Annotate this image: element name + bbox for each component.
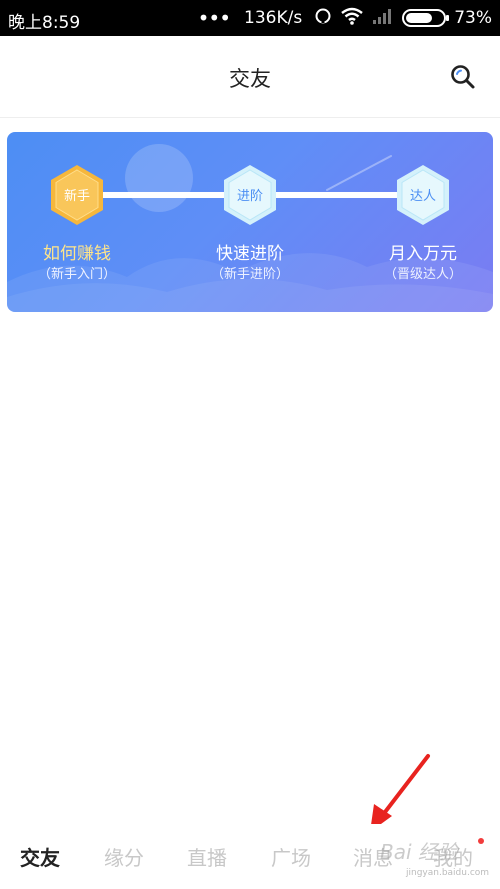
- nav-tab-fate[interactable]: 缘分: [104, 842, 144, 871]
- status-bar: 晚上8:59 ••• 136K/s 73%: [0, 0, 500, 36]
- notification-dots: •••: [197, 6, 231, 30]
- nav-tab-live[interactable]: 直播: [187, 842, 227, 871]
- watermark-logo: Bai 经验: [380, 840, 458, 864]
- page-title: 交友: [229, 67, 271, 91]
- step-title-level-up[interactable]: 快速进阶: [180, 239, 320, 264]
- battery-percent: 73%: [454, 8, 492, 28]
- step-title-high-income[interactable]: 月入万元: [353, 239, 493, 264]
- sync-icon: [314, 7, 332, 30]
- phone-screen: 晚上8:59 ••• 136K/s 73% 交友 新手 进阶 达人 如何赚钱 （…: [0, 0, 500, 889]
- signal-icon: [372, 7, 394, 30]
- step-badge-beginner[interactable]: 新手: [49, 164, 105, 226]
- network-speed: 136K/s: [244, 8, 303, 28]
- step-title-earn-money[interactable]: 如何赚钱: [7, 239, 147, 264]
- decor-circle: [125, 144, 193, 212]
- step-badge-label: 进阶: [236, 189, 263, 204]
- meteor-decoration: [326, 155, 392, 191]
- watermark-url: jingyan.baidu.com: [406, 868, 490, 878]
- progress-banner[interactable]: 新手 进阶 达人 如何赚钱 （新手入门） 快速进阶 （新手进阶） 月入万元 （晋…: [7, 132, 493, 312]
- wifi-icon: [340, 7, 364, 30]
- step-subtitle: （新手入门）: [37, 267, 116, 282]
- status-time: 晚上8:59: [8, 13, 81, 33]
- top-bar: 交友: [0, 36, 500, 118]
- search-button[interactable]: [448, 62, 478, 92]
- step-badge-label: 达人: [409, 189, 436, 204]
- step-subtitle: （晋级达人）: [383, 267, 462, 282]
- step-badge-expert[interactable]: 达人: [395, 164, 451, 226]
- nav-tab-square[interactable]: 广场: [271, 842, 311, 871]
- nav-tab-friends[interactable]: 交友: [20, 842, 60, 871]
- status-right: ••• 136K/s 73%: [198, 6, 492, 30]
- battery-icon: [402, 9, 450, 27]
- step-subtitle: （新手进阶）: [210, 267, 289, 282]
- step-badge-advanced[interactable]: 进阶: [222, 164, 278, 226]
- search-icon: [451, 65, 475, 89]
- notification-dot: [478, 838, 484, 844]
- battery-fill: [406, 13, 433, 23]
- step-badge-label: 新手: [63, 189, 90, 204]
